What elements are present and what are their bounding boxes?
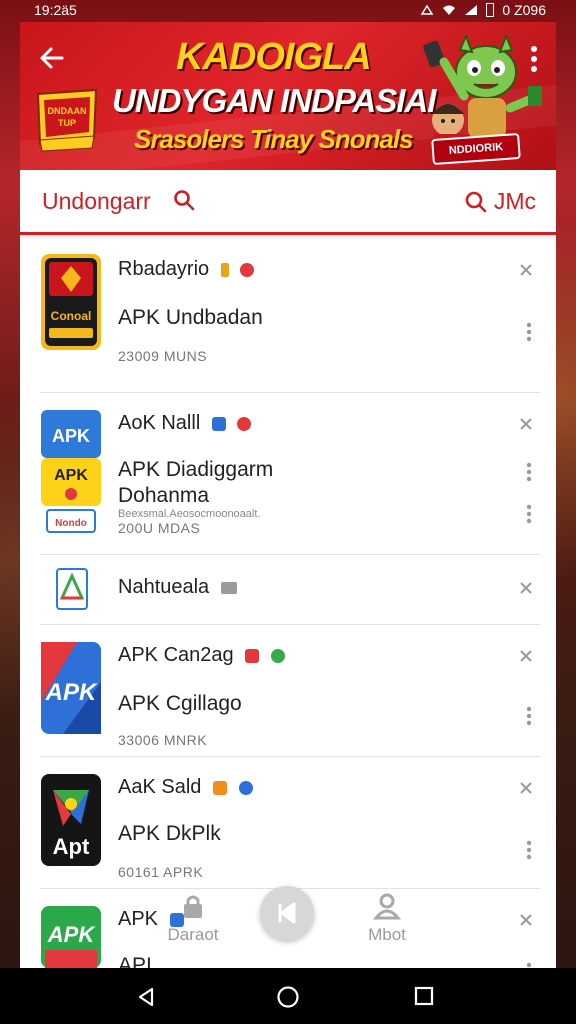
more-vert-icon[interactable] xyxy=(526,706,532,726)
app-title-text: AoK Nalll xyxy=(118,412,201,434)
hot-badge-icon xyxy=(245,648,260,663)
wifi-icon xyxy=(443,5,456,15)
verified-icon xyxy=(211,416,226,431)
search-label: Undongarr xyxy=(42,188,151,214)
app-subtitle: APK Diadiggarm xyxy=(118,458,274,481)
app-subtitle-extra: Dohanma xyxy=(118,484,210,507)
status-bar: 19:2ä5 0 Z096 xyxy=(0,0,576,22)
recents-icon[interactable] xyxy=(414,986,434,1006)
nav-profile-label: Mbot xyxy=(368,925,406,944)
close-icon[interactable] xyxy=(518,648,534,664)
hot-badge-icon xyxy=(212,780,227,795)
close-icon[interactable] xyxy=(518,780,534,796)
list-item[interactable]: APK APK Nondo AoK Nalll APK Diadiggarm D… xyxy=(20,392,556,556)
more-vert-icon[interactable] xyxy=(526,504,532,524)
app-icon: APK APK Nondo xyxy=(41,410,101,533)
app-icon: APK xyxy=(41,642,101,734)
more-vert-icon[interactable] xyxy=(526,322,532,342)
battery-text: 0 Z096 xyxy=(502,2,546,18)
app-meta: 60161 APRK xyxy=(118,864,204,880)
back-icon[interactable] xyxy=(136,986,156,1008)
app-icon: Apt xyxy=(41,774,101,866)
lock-icon xyxy=(184,895,202,918)
banner-title: KADOIGLA xyxy=(176,36,372,78)
list-item[interactable]: Nahtueala xyxy=(20,554,556,625)
app-icon-text: APK xyxy=(52,426,90,446)
app-title-text: Rbadayrio xyxy=(118,258,210,280)
app-subtitle: APK Cgillago xyxy=(118,692,242,715)
signal-icon xyxy=(465,5,478,15)
app-window: DNDAAN TUP KADOIGLA UNDYGAN INDPASIAI Sr… xyxy=(20,22,556,968)
app-description: Beexsmal.Aeosocmoonoaalt. xyxy=(118,508,261,520)
back-arrow-icon[interactable] xyxy=(38,44,66,72)
app-icon-text: Conoal xyxy=(51,309,92,323)
banner-badge-icon: DNDAAN TUP xyxy=(36,88,98,152)
status-icons: 0 Z096 xyxy=(420,2,546,18)
verified-icon xyxy=(238,780,253,795)
app-icon-text: Apt xyxy=(53,834,90,859)
app-title: AaK Sald xyxy=(118,776,253,799)
app-icon xyxy=(56,568,88,610)
search-icon xyxy=(465,191,487,212)
close-icon[interactable] xyxy=(518,912,534,928)
home-icon[interactable] xyxy=(276,985,300,1009)
nav-profile[interactable]: Mbot xyxy=(352,892,422,945)
more-vert-icon[interactable] xyxy=(526,840,532,860)
download-icon xyxy=(220,581,237,594)
close-icon[interactable] xyxy=(518,262,534,278)
header-banner: DNDAAN TUP KADOIGLA UNDYGAN INDPASIAI Sr… xyxy=(20,22,556,170)
center-fab-button[interactable] xyxy=(260,886,314,940)
banner-tagline: Srasolers Tinay Snonals xyxy=(134,124,414,154)
banner-subtitle: UNDYGAN INDPASIAI xyxy=(112,82,436,119)
app-icon: Conoal xyxy=(41,254,101,350)
search-right-label: JMc xyxy=(493,188,536,214)
badge-line-2: TUP xyxy=(58,118,76,128)
app-icon: APK xyxy=(41,906,101,968)
list-item[interactable]: APK APK Can2ag APK Cgillago 33006 MNRK xyxy=(20,624,556,757)
list-item[interactable]: Conoal Rbadayrio APK Undbadan 23009 MUNS xyxy=(20,236,556,393)
verified-icon xyxy=(220,262,229,277)
play-icon xyxy=(278,902,296,924)
app-icon-text: APK xyxy=(47,922,97,947)
app-title-text: AaK Sald xyxy=(118,776,202,798)
close-icon[interactable] xyxy=(518,580,534,596)
search-icon[interactable] xyxy=(172,188,196,212)
app-meta: 33006 MNRK xyxy=(118,732,208,748)
app-title: Nahtueala xyxy=(118,576,237,599)
app-meta: 23009 MUNS xyxy=(118,348,208,364)
search-bar[interactable]: Undongarr JMc xyxy=(20,170,556,235)
system-navigation-bar xyxy=(0,968,576,1024)
app-meta: 200U MDAS xyxy=(118,520,201,536)
app-icon-text: APK xyxy=(45,679,98,706)
more-vert-icon[interactable] xyxy=(526,462,532,482)
alarm-icon xyxy=(421,4,434,15)
close-icon[interactable] xyxy=(518,416,534,432)
nav-download-label: Daraot xyxy=(167,925,219,944)
app-subtitle: API xyxy=(118,954,152,968)
app-title-text: APK Can2ag xyxy=(118,644,234,666)
app-icon-text: Nondo xyxy=(55,518,87,529)
app-subtitle: APK DkPlk xyxy=(118,822,221,845)
hot-badge-icon xyxy=(237,416,252,431)
hot-badge-icon xyxy=(240,262,255,277)
nav-download[interactable]: Daraot xyxy=(158,892,228,945)
verified-icon xyxy=(270,648,285,663)
app-subtitle: APK Undbadan xyxy=(118,306,263,329)
app-title: Rbadayrio xyxy=(118,258,255,281)
app-title: APK Can2ag xyxy=(118,644,285,667)
badge-line-1: DNDAAN xyxy=(48,106,87,116)
app-title-text: Nahtueala xyxy=(118,576,210,598)
app-title: AoK Nalll xyxy=(118,412,252,435)
app-icon-text: APK xyxy=(54,467,88,484)
search-filter[interactable]: JMc xyxy=(464,188,536,215)
list-item[interactable]: Apt AaK Sald APK DkPlk 60161 APRK xyxy=(20,756,556,889)
profile-icon xyxy=(372,893,402,920)
app-title-text: APK xyxy=(118,908,159,930)
battery-icon xyxy=(486,3,495,17)
status-time: 19:2ä5 xyxy=(34,2,77,18)
